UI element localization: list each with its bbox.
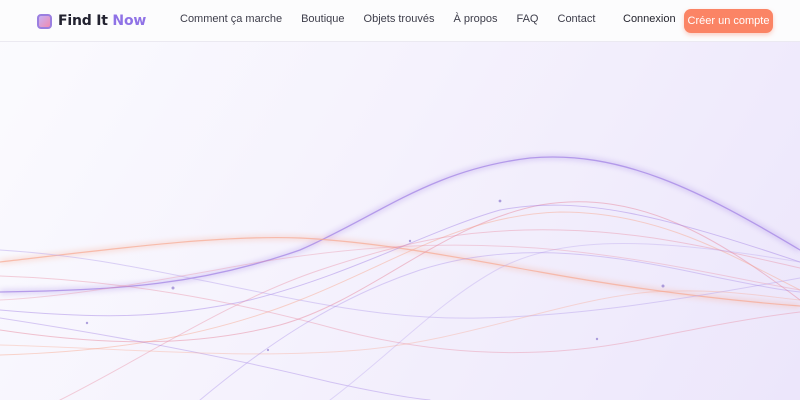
wave-dot	[85, 321, 89, 325]
nav-link-shop[interactable]: Boutique	[301, 13, 344, 25]
brand-name-accent: Now	[112, 13, 147, 29]
wave-dot	[661, 284, 665, 288]
wave-glow-layer	[0, 155, 800, 308]
logo-square-icon	[37, 13, 52, 29]
brand-name-main: Find It	[58, 13, 108, 29]
wave-line	[0, 244, 800, 301]
nav-link-about[interactable]: À propos	[453, 13, 497, 25]
brand-name: Find It Now	[58, 13, 146, 29]
nav-link-found-items[interactable]: Objets trouvés	[364, 13, 435, 25]
wave-line	[0, 204, 800, 317]
wave-line	[0, 211, 800, 356]
wave-dot	[171, 286, 175, 290]
wave-dot	[266, 348, 270, 352]
nav-link-how-it-works[interactable]: Comment ça marche	[180, 13, 282, 25]
top-navbar: Find It Now Comment ça marche Boutique O…	[0, 0, 800, 42]
wave-line	[0, 201, 800, 343]
wave-dot	[498, 199, 502, 203]
wave-line	[0, 290, 800, 355]
wave-dots	[85, 199, 665, 352]
wave-line	[59, 229, 800, 400]
hero-wave-background	[0, 155, 800, 400]
nav-link-faq[interactable]: FAQ	[516, 13, 538, 25]
wave-dot	[408, 239, 412, 243]
brand-logo[interactable]: Find It Now	[37, 12, 146, 30]
nav-link-contact[interactable]: Contact	[558, 13, 596, 25]
main-nav: Comment ça marche Boutique Objets trouvé…	[180, 13, 614, 25]
signup-button[interactable]: Créer un compte	[684, 9, 773, 33]
wave-lines	[0, 156, 800, 400]
login-link[interactable]: Connexion	[623, 13, 676, 25]
wave-dot	[595, 337, 599, 341]
wave-line	[0, 249, 800, 319]
